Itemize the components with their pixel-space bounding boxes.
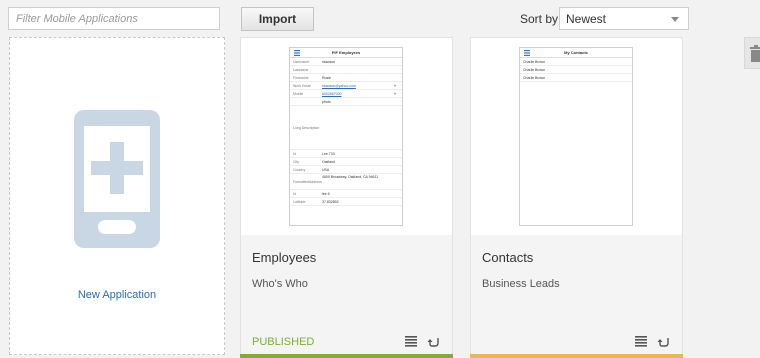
field-value: Lee 733: [322, 152, 335, 156]
new-application-label: New Application: [77, 289, 157, 301]
menu-icon: [294, 50, 300, 56]
thumbnail-list-row: Charlie Brown: [520, 58, 632, 66]
chevron-right-icon: »: [394, 84, 396, 88]
field-key: Work Email: [293, 84, 311, 88]
thumbnail-field-row: Mobile 6002667000 »: [290, 90, 402, 98]
sort-by-label: Sort by: [520, 12, 559, 26]
filter-applications-input[interactable]: [8, 7, 220, 30]
field-key: Long Description: [293, 126, 320, 130]
field-value: rdawson@yahoo.com: [322, 84, 356, 88]
field-value: lee 6: [322, 192, 330, 196]
chevron-right-icon: »: [394, 92, 396, 96]
trash-icon: [750, 45, 760, 62]
new-application-card[interactable]: New Application: [9, 37, 225, 355]
thumbnail-header: My Contacts: [520, 48, 632, 58]
app-name: Contacts: [482, 250, 534, 265]
field-key: Country: [293, 168, 306, 172]
field-value: 6002667000: [322, 92, 342, 96]
thumbnail-list-row: Charlie Brown: [520, 66, 632, 74]
thumbnail-field-row: Id Lee 733: [290, 150, 402, 158]
field-value: rdawson: [322, 60, 336, 64]
app-actions: [635, 335, 670, 348]
thumbnail-title: My Contacts: [564, 50, 588, 55]
app-card-employees[interactable]: PIF Employees Username rdawson Lastname F…: [240, 37, 453, 358]
field-key: [290, 98, 322, 105]
list-icon[interactable]: [405, 335, 418, 347]
field-value: 4600 Broadway, Oakland, CA 94611: [322, 175, 379, 179]
thumbnail-field-row: Firstname Rosie: [290, 74, 402, 82]
field-key: Username: [293, 60, 310, 64]
app-description: Who's Who: [252, 278, 308, 290]
field-value: [322, 66, 402, 73]
field-key: FormattedAddress: [293, 180, 322, 184]
thumbnail-field-row: Country USA: [290, 166, 402, 174]
field-key: Firstname: [293, 76, 309, 80]
status-badge: PUBLISHED: [252, 336, 315, 348]
thumbnail-list-row: Charlie Brown: [520, 74, 632, 82]
thumbnail-field-row: Id lee 6: [290, 190, 402, 198]
field-value: photo: [322, 100, 331, 104]
app-thumbnail-area: PIF Employees Username rdawson Lastname F…: [241, 38, 452, 235]
app-description: Business Leads: [482, 278, 560, 290]
thumbnail-field-row: FormattedAddress 4600 Broadway, Oakland, …: [290, 174, 402, 190]
thumbnail-field-row: Lastname: [290, 66, 402, 74]
field-key: Mobile: [293, 92, 304, 96]
field-key: Latitude: [293, 200, 306, 204]
thumbnail-field-row: Username rdawson: [290, 58, 402, 66]
field-key: City: [293, 160, 300, 164]
chevron-down-icon: [671, 17, 679, 22]
thumbnail-field-row: City Oakland: [290, 158, 402, 166]
field-value: [322, 106, 402, 149]
field-value: Rosie: [322, 76, 331, 80]
app-name: Employees: [252, 250, 317, 265]
menu-icon: [524, 50, 530, 56]
return-arrow-icon[interactable]: [427, 335, 440, 348]
field-value: 37.832892: [322, 200, 339, 204]
thumbnail-field-row: photo: [290, 98, 402, 106]
app-card-contacts[interactable]: My Contacts Charlie Brown Charlie Brown …: [470, 37, 683, 358]
app-actions: [405, 335, 440, 348]
sort-selected-value: Newest: [566, 12, 607, 26]
thumbnail-field-row: Work Email rdawson@yahoo.com »: [290, 82, 402, 90]
field-key: Lastname: [293, 68, 309, 72]
field-value: Oakland: [322, 160, 336, 164]
mobile-add-icon: [74, 110, 160, 248]
status-bar: [240, 354, 453, 358]
import-button[interactable]: Import: [241, 7, 314, 31]
status-bar: [470, 354, 683, 358]
trash-button[interactable]: [744, 37, 760, 69]
list-icon[interactable]: [635, 335, 648, 347]
app-thumbnail: PIF Employees Username rdawson Lastname F…: [289, 47, 403, 226]
field-value: USA: [322, 168, 330, 172]
thumbnail-field-row: Long Description: [290, 106, 402, 150]
return-arrow-icon[interactable]: [657, 335, 670, 348]
thumbnail-header: PIF Employees: [290, 48, 402, 58]
field-key: Id: [293, 152, 296, 156]
app-thumbnail: My Contacts Charlie Brown Charlie Brown …: [519, 47, 633, 226]
field-key: Id: [293, 192, 296, 196]
thumbnail-field-row: Latitude 37.832892: [290, 198, 402, 206]
app-thumbnail-area: My Contacts Charlie Brown Charlie Brown …: [471, 38, 682, 235]
sort-select[interactable]: Newest: [559, 7, 689, 30]
thumbnail-title: PIF Employees: [331, 50, 361, 55]
